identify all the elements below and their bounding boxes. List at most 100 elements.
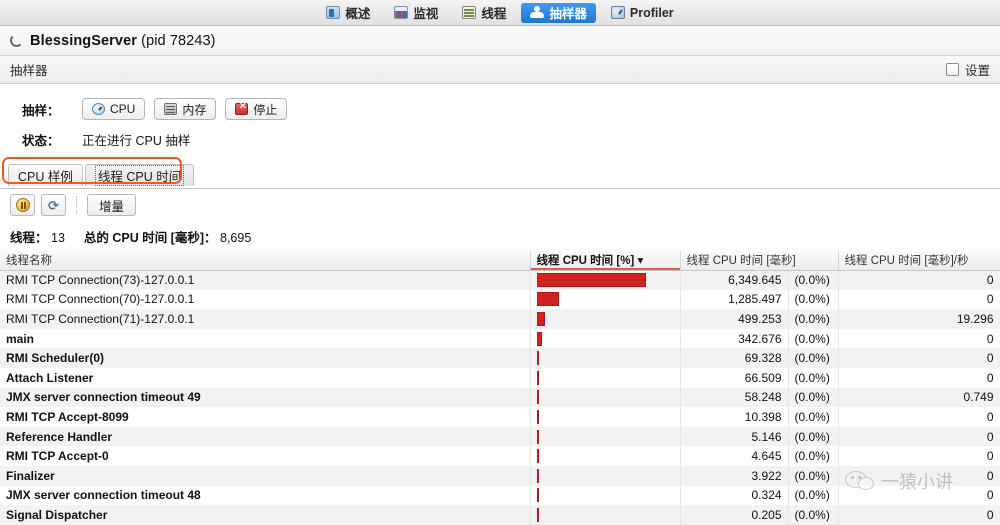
table-row[interactable]: JMX server connection timeout 48 0.324 (0.… — [0, 485, 1000, 506]
status-value: 正在进行 CPU 抽样 — [82, 133, 191, 148]
cell-cpu-percent: (0.0%) — [788, 328, 839, 349]
tab-monitor[interactable]: 监视 — [385, 3, 447, 23]
threads-label: 线程： — [10, 231, 48, 245]
table-row[interactable]: RMI TCP Accept-8099 10.398 (0.0%) 0 — [0, 407, 1000, 427]
refresh-icon: ⟳ — [48, 197, 59, 213]
delta-button-label: 增量 — [99, 199, 125, 214]
monitor-icon — [394, 6, 409, 19]
cell-cpu-percent: (0.0%) — [788, 348, 839, 368]
cell-cpu-ms-per-sec: 0 — [838, 348, 1000, 368]
table-row[interactable]: main 342.676 (0.0%) 0 — [0, 328, 1000, 349]
tab-sampler-label: 抽样器 — [549, 7, 587, 21]
cell-cpu-ms: 69.328 — [680, 348, 789, 368]
cell-cpu-percent: (0.0%) — [788, 367, 839, 388]
tab-profiler[interactable]: Profiler — [602, 3, 683, 23]
cell-cpu-ms-per-sec: 19.296 — [838, 309, 1000, 329]
status-label: 状态： — [22, 133, 60, 148]
memory-button-label: 内存 — [182, 102, 207, 117]
col-header-cpu-ms[interactable]: 线程 CPU 时间 [毫秒] — [680, 251, 839, 271]
refresh-button[interactable]: ⟳ — [41, 194, 66, 216]
cell-cpu-percent: (0.0%) — [788, 289, 839, 310]
cell-cpu-ms: 499.253 — [680, 309, 789, 329]
cpu-icon — [92, 103, 105, 115]
subtab-list: CPU 样例 线程 CPU 时间 — [8, 160, 1000, 186]
cpu-bar — [536, 429, 539, 444]
app-name: BlessingServer — [30, 32, 137, 49]
cell-thread-name: main — [0, 328, 531, 349]
threads-table-wrap: 线程名称 线程 CPU 时间 [%] ▾ 线程 CPU 时间 [毫秒] 线程 C… — [0, 251, 1000, 525]
cell-cpu-ms-per-sec: 0 — [838, 465, 1000, 486]
cell-cpu-bar — [530, 348, 681, 368]
threads-icon — [462, 6, 477, 19]
table-row[interactable]: Signal Dispatcher 0.205 (0.0%) 0 — [0, 505, 1000, 525]
cell-cpu-ms: 58.248 — [680, 387, 789, 408]
settings-toggle[interactable]: 设置 — [945, 60, 990, 79]
table-row[interactable]: Finalizer 3.922 (0.0%) 0 — [0, 465, 1000, 486]
pause-button[interactable] — [10, 194, 35, 216]
sampling-row: 抽样： CPU 内存 停止 — [0, 94, 1000, 124]
subtab-cpu-samples[interactable]: CPU 样例 — [8, 164, 83, 186]
main-tabbar: 概述 监视 线程 抽样器 Profiler — [0, 0, 1000, 26]
stop-button[interactable]: 停止 — [225, 98, 288, 120]
tab-profiler-label: Profiler — [629, 5, 674, 20]
tab-overview[interactable]: 概述 — [317, 3, 379, 23]
cell-cpu-ms: 342.676 — [680, 328, 789, 349]
cell-thread-name: RMI TCP Connection(71)-127.0.0.1 — [0, 309, 531, 329]
cell-cpu-bar — [530, 309, 681, 329]
cell-cpu-bar — [530, 289, 681, 310]
cpu-sample-button[interactable]: CPU — [82, 98, 146, 120]
sampling-label: 抽样： — [22, 103, 60, 118]
cell-thread-name: RMI TCP Accept-0 — [0, 446, 531, 466]
cpu-bar — [536, 273, 646, 288]
cell-cpu-ms-per-sec: 0 — [838, 328, 1000, 349]
pause-icon — [15, 198, 30, 212]
cell-cpu-ms-per-sec: 0 — [838, 367, 1000, 388]
cpu-bar — [536, 449, 539, 464]
toolbar-separator — [76, 196, 77, 214]
section-label: 抽样器 — [10, 64, 48, 78]
table-row[interactable]: RMI TCP Connection(71)-127.0.0.1 499.253(… — [0, 309, 1000, 329]
col-header-cpu-ms-per-sec[interactable]: 线程 CPU 时间 [毫秒]/秒 — [838, 251, 1000, 271]
cell-cpu-ms-per-sec: 0 — [838, 426, 1000, 447]
table-row[interactable]: Attach Listener 66.509 (0.0%) 0 — [0, 367, 1000, 388]
col-header-cpu-percent[interactable]: 线程 CPU 时间 [%] ▾ — [530, 251, 681, 271]
tab-threads[interactable]: 线程 — [453, 3, 515, 23]
cell-cpu-bar — [530, 426, 681, 447]
memory-sample-button[interactable]: 内存 — [154, 98, 217, 120]
cell-cpu-ms: 6,349.645 — [680, 270, 789, 290]
status-row: 状态： 正在进行 CPU 抽样 — [0, 124, 1000, 154]
cell-cpu-bar — [530, 367, 681, 388]
results-toolbar: ⟳ 增量 — [0, 189, 1000, 221]
tab-sampler[interactable]: 抽样器 — [521, 2, 596, 23]
sampler-panel: 抽样： CPU 内存 停止 状态： 正在进行 CPU 抽样 — [0, 84, 1000, 154]
stop-button-label: 停止 — [253, 102, 278, 117]
table-row[interactable]: Reference Handler 5.146 (0.0%) 0 — [0, 426, 1000, 447]
cell-thread-name: Attach Listener — [0, 367, 531, 388]
table-row[interactable]: JMX server connection timeout 49 58.248 (0… — [0, 387, 1000, 408]
col-header-thread-name[interactable]: 线程名称 — [0, 251, 531, 271]
section-bar: 抽样器 设置 — [0, 56, 1000, 84]
cpu-bar — [536, 311, 546, 326]
cell-thread-name: Reference Handler — [0, 426, 531, 447]
cell-cpu-ms-per-sec: 0 — [838, 270, 1000, 290]
cell-cpu-ms-per-sec: 0.749 — [838, 387, 1000, 408]
cell-thread-name: Signal Dispatcher — [0, 505, 531, 525]
cell-thread-name: RMI Scheduler(0) — [0, 348, 531, 368]
cell-cpu-bar — [530, 270, 681, 290]
subtab-thread-cpu-time[interactable]: 线程 CPU 时间 — [84, 164, 195, 186]
cell-cpu-ms: 1,285.497 — [680, 289, 789, 310]
cpu-bar — [536, 351, 539, 366]
table-row[interactable]: RMI TCP Accept-0 4.645 (0.0%) 0 — [0, 446, 1000, 466]
table-row[interactable]: RMI Scheduler(0) 69.328 (0.0%) 0 — [0, 348, 1000, 368]
sampler-icon — [530, 6, 545, 19]
table-row[interactable]: RMI TCP Connection(70)-127.0.0.1 1,285.49… — [0, 289, 1000, 310]
cpu-bar — [536, 409, 539, 424]
table-row[interactable]: RMI TCP Connection(73)-127.0.0.1 6,349.64… — [0, 270, 1000, 290]
cell-cpu-bar — [530, 505, 681, 525]
subtab-thread-cpu-time-label: 线程 CPU 时间 — [94, 165, 185, 186]
cell-cpu-percent: (0.0%) — [788, 426, 839, 447]
delta-button[interactable]: 增量 — [87, 194, 137, 216]
settings-checkbox[interactable] — [945, 63, 959, 76]
cell-cpu-percent: (0.0%) — [788, 270, 839, 290]
cell-cpu-ms-per-sec: 0 — [838, 407, 1000, 427]
